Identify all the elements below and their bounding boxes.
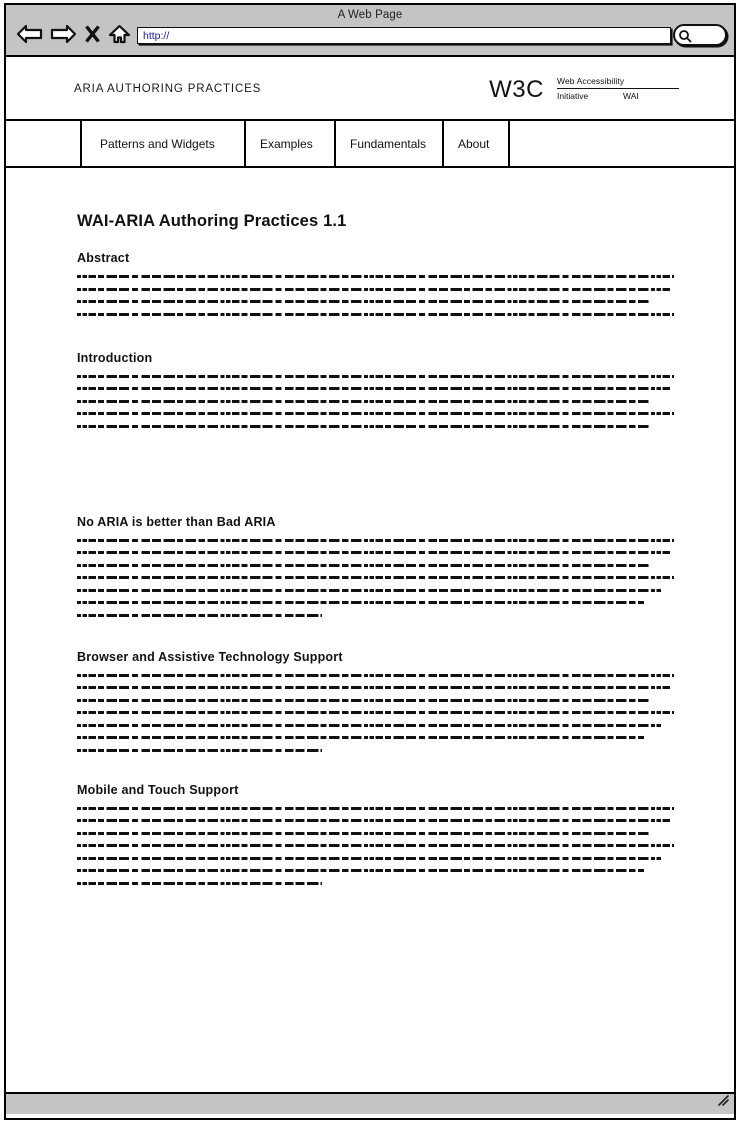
section-body-text <box>77 537 674 618</box>
section-body-text <box>77 373 674 429</box>
browser-window: A Web Page http:// ARIA AUTHORING PRACTI… <box>4 3 736 1120</box>
text-line <box>77 373 674 379</box>
nav-spacer-right <box>510 121 734 166</box>
main-navigation: Patterns and Widgets Examples Fundamenta… <box>6 121 734 168</box>
section-heading: Browser and Assistive Technology Support <box>77 649 343 664</box>
tab-examples[interactable]: Examples <box>246 121 336 166</box>
status-bar <box>6 1092 734 1114</box>
text-line <box>77 286 671 292</box>
wai-logo[interactable]: Web Accessibility Initiative WAI <box>557 76 679 101</box>
w3c-logo[interactable]: W3C <box>489 76 544 104</box>
document-sections: Abstract Introduction No ARIA is better th… <box>77 251 674 886</box>
section-heading: Abstract <box>77 251 130 265</box>
tab-label: About <box>458 136 490 151</box>
site-header: ARIA AUTHORING PRACTICES W3C Web Accessi… <box>6 57 734 121</box>
text-line <box>77 587 663 593</box>
text-line <box>77 722 663 728</box>
text-line <box>77 697 651 703</box>
tab-label: Fundamentals <box>350 136 427 151</box>
text-line <box>77 274 674 279</box>
section-heading: Introduction <box>77 350 153 365</box>
text-line <box>77 818 671 823</box>
window-title: A Web Page <box>337 9 403 21</box>
tab-label: Examples <box>260 136 313 151</box>
tab-label: Patterns and Widgets <box>100 136 215 151</box>
nav-spacer-left <box>6 121 82 166</box>
site-brand: ARIA AUTHORING PRACTICES <box>74 83 262 95</box>
text-line <box>77 747 322 753</box>
text-line <box>77 398 651 404</box>
document-section: Introduction <box>77 351 674 429</box>
text-line <box>77 685 671 690</box>
wai-logo-top: Web Accessibility <box>557 76 625 86</box>
tab-about[interactable]: About <box>444 121 510 166</box>
tab-patterns-and-widgets[interactable]: Patterns and Widgets <box>82 121 246 166</box>
text-line <box>77 600 645 605</box>
forward-icon[interactable] <box>50 24 77 49</box>
resize-grip-icon[interactable] <box>716 1093 730 1112</box>
text-line <box>77 423 651 429</box>
browser-chrome: A Web Page http:// <box>6 5 734 57</box>
text-line <box>77 550 671 555</box>
text-line <box>77 411 674 416</box>
section-heading: Mobile and Touch Support <box>77 782 239 797</box>
page-title: WAI-ARIA Authoring Practices 1.1 <box>77 212 347 230</box>
home-icon[interactable] <box>108 24 131 49</box>
document-section: Mobile and Touch Support <box>77 783 674 886</box>
text-line <box>77 562 651 568</box>
document-section: Abstract <box>77 251 674 317</box>
stop-icon[interactable] <box>84 24 101 49</box>
text-line <box>77 537 674 543</box>
text-line <box>77 710 674 715</box>
text-line <box>77 612 322 618</box>
wai-logo-rule <box>557 88 679 89</box>
url-text: http:// <box>143 30 170 42</box>
text-line <box>77 830 651 836</box>
wai-logo-acronym: WAI <box>623 91 639 101</box>
browser-controls <box>16 24 131 49</box>
document-section: Browser and Assistive Technology Support <box>77 650 674 753</box>
text-line <box>77 735 645 740</box>
url-input[interactable]: http:// <box>137 27 671 44</box>
wai-logo-initiative: Initiative <box>557 91 589 101</box>
section-body-text <box>77 672 674 753</box>
section-heading: No ARIA is better than Bad ARIA <box>77 514 276 529</box>
text-line <box>77 386 671 391</box>
search-input[interactable] <box>673 24 727 46</box>
text-line <box>77 299 651 304</box>
tab-fundamentals[interactable]: Fundamentals <box>336 121 444 166</box>
wai-logo-bottom: Initiative WAI <box>557 91 679 101</box>
text-line <box>77 880 322 886</box>
text-line <box>77 855 663 861</box>
back-icon[interactable] <box>16 24 43 49</box>
text-line <box>77 868 645 873</box>
section-body-text <box>77 805 674 886</box>
text-line <box>77 843 674 848</box>
text-line <box>77 805 674 811</box>
text-line <box>77 672 674 678</box>
page-viewport: ARIA AUTHORING PRACTICES W3C Web Accessi… <box>6 57 734 1092</box>
document-content: WAI-ARIA Authoring Practices 1.1 Abstrac… <box>6 168 734 886</box>
document-section: No ARIA is better than Bad ARIA <box>77 515 674 618</box>
text-line <box>77 311 674 317</box>
text-line <box>77 575 674 580</box>
search-icon <box>678 29 692 48</box>
section-body-text <box>77 274 674 317</box>
